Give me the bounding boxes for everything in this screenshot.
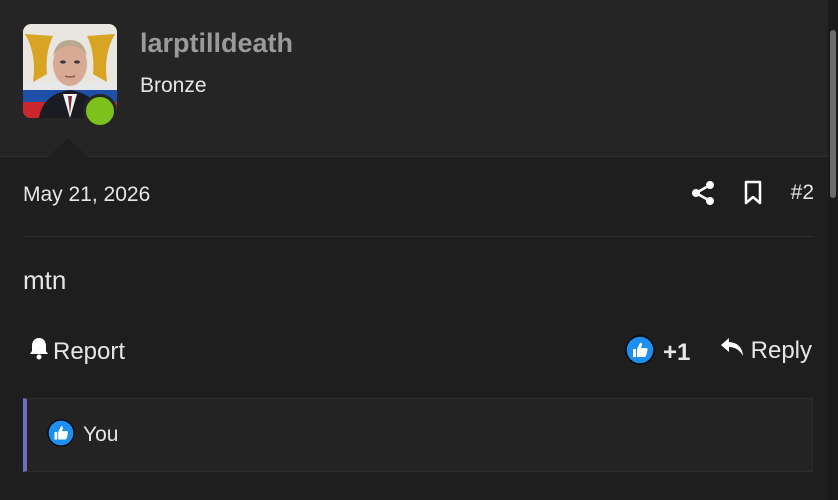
post-container: larptilldeath Bronze May 21, 2026 #2 mtn (0, 0, 838, 500)
reply-icon (719, 336, 745, 365)
report-button[interactable]: Report (28, 336, 125, 367)
user-rank: Bronze (140, 74, 207, 97)
avatar[interactable] (23, 24, 117, 128)
online-status-indicator (83, 94, 117, 128)
reply-label: Reply (750, 336, 812, 364)
post-meta-actions: #2 (691, 180, 814, 206)
like-icon (47, 418, 75, 452)
divider (23, 236, 813, 237)
reaction-summary-button[interactable]: +1 (625, 335, 690, 370)
share-icon[interactable] (691, 180, 715, 206)
post-date[interactable]: May 21, 2026 (23, 183, 150, 207)
report-label: Report (53, 337, 126, 365)
bookmark-icon[interactable] (743, 180, 763, 206)
reaction-count: +1 (663, 338, 691, 366)
post-number-link[interactable]: #2 (791, 181, 814, 205)
reaction-list-bar[interactable]: You (23, 398, 813, 472)
username[interactable]: larptilldeath (140, 28, 293, 59)
scrollbar-thumb[interactable] (830, 30, 836, 198)
scrollbar[interactable] (828, 0, 838, 500)
header-pointer (48, 138, 88, 157)
user-header: larptilldeath Bronze (0, 0, 828, 157)
like-icon (625, 335, 655, 370)
reply-button[interactable]: Reply (719, 336, 812, 365)
reaction-users: You (83, 423, 119, 446)
post-body: mtn (23, 265, 67, 295)
bell-icon (28, 336, 50, 367)
